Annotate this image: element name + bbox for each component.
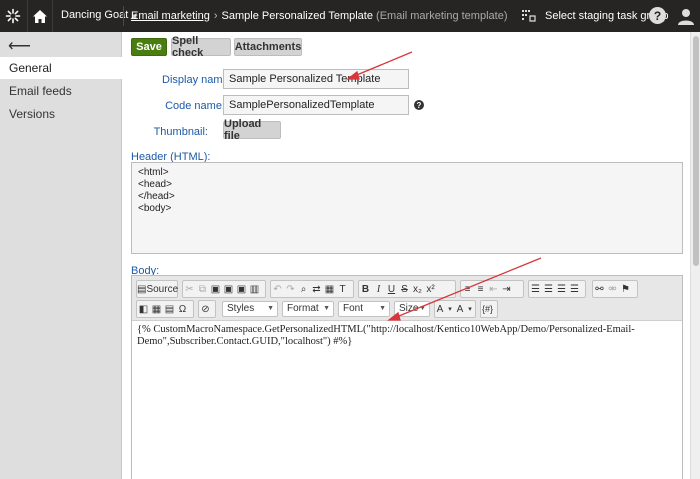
arrowhead-body [387, 311, 401, 321]
annotation-arrow-body [393, 257, 542, 319]
arrowhead-display-name [346, 70, 360, 80]
page-scrollbar[interactable] [690, 32, 700, 479]
annotation-arrows [346, 51, 542, 321]
annotation-arrow-display-name [351, 51, 413, 78]
scrollbar-thumb[interactable] [693, 36, 699, 266]
